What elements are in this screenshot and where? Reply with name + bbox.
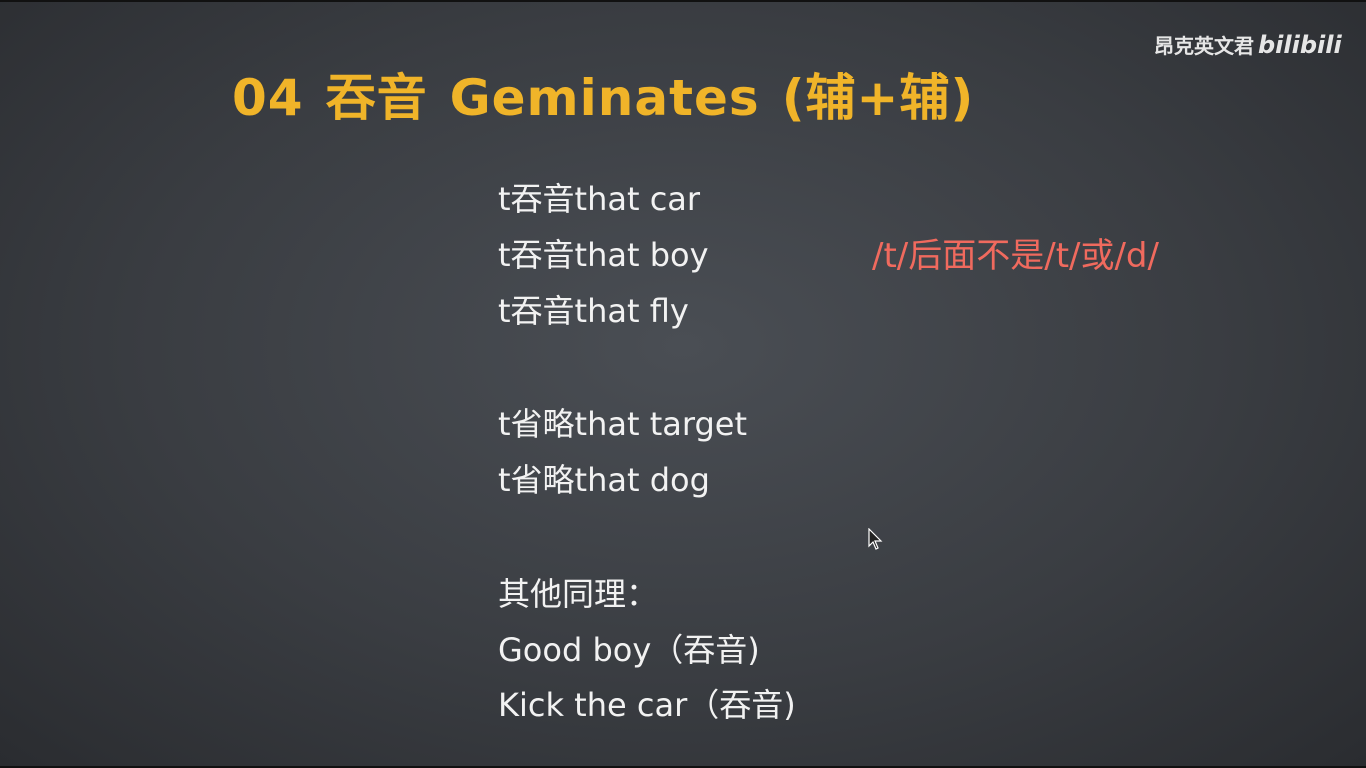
- example-heading: 其他同理：: [498, 575, 659, 613]
- watermark: 昂克英文君 bilibili: [1154, 30, 1342, 59]
- example-line: t吞音that car: [498, 180, 701, 218]
- example-line: Kick the car（吞音): [498, 686, 796, 724]
- title-chinese: 吞音: [325, 69, 428, 127]
- bilibili-logo: bilibili: [1258, 31, 1342, 59]
- example-line: t吞音that boy: [498, 236, 709, 274]
- example-line: t省略that target: [498, 405, 748, 443]
- rule-note: /t/后面不是/t/或/d/: [872, 236, 1159, 276]
- title-note: (辅+辅): [781, 69, 975, 127]
- slide-title: 04 吞音 Geminates (辅+辅): [232, 58, 996, 130]
- example-line: t吞音that fly: [498, 292, 689, 330]
- mouse-cursor-icon: [868, 528, 883, 550]
- channel-name: 昂克英文君: [1154, 34, 1254, 58]
- example-line: t省略that dog: [498, 461, 710, 499]
- title-english: Geminates: [449, 69, 760, 127]
- example-line: Good boy（吞音): [498, 631, 760, 669]
- title-number: 04: [232, 69, 304, 127]
